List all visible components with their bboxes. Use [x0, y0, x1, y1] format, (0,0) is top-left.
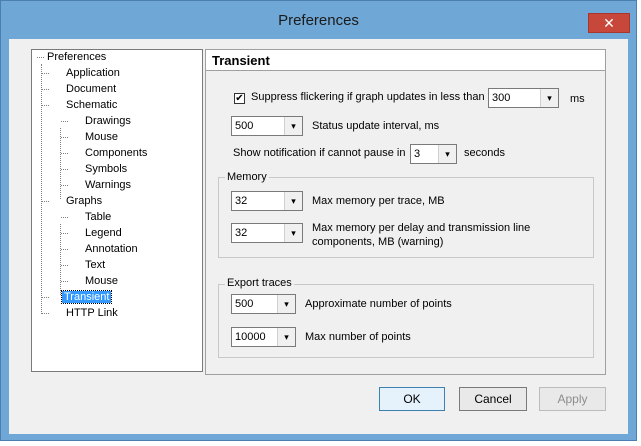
tree-item-text[interactable]: Text — [83, 258, 107, 273]
memory-per-trace-label: Max memory per trace, MB — [312, 195, 445, 207]
tree-item-symbols[interactable]: Symbols — [83, 162, 129, 177]
panel-header: Transient — [206, 50, 605, 71]
suppress-flickering-label: Suppress flickering if graph updates in … — [251, 91, 485, 103]
check-icon: ✔ — [235, 93, 244, 104]
memory-per-trace-value: 32 — [235, 195, 248, 207]
approx-points-combo[interactable]: 500 ▾ — [231, 294, 296, 314]
status-interval-combo[interactable]: 500 ▾ — [231, 116, 303, 136]
panel-title: Transient — [212, 53, 270, 68]
tree-item-annotation[interactable]: Annotation — [83, 242, 140, 257]
notification-seconds-value: 3 — [414, 148, 421, 160]
window-title: Preferences — [278, 12, 359, 29]
tree-item-preferences[interactable]: Preferences — [45, 50, 108, 65]
chevron-down-icon[interactable]: ▾ — [284, 117, 302, 135]
chevron-down-icon[interactable]: ▾ — [277, 328, 295, 346]
chevron-down-icon[interactable]: ▾ — [540, 89, 558, 107]
dialog-body: Preferences Application Document Schemat… — [9, 39, 628, 434]
memory-per-delay-label-2: components, MB (warning) — [312, 236, 444, 248]
preferences-tree[interactable]: Preferences Application Document Schemat… — [31, 49, 203, 372]
memory-group-title: Memory — [225, 171, 269, 183]
tree-item-application[interactable]: Application — [64, 66, 122, 81]
suppress-unit: ms — [570, 93, 585, 105]
chevron-down-icon[interactable]: ▾ — [438, 145, 456, 163]
suppress-threshold-combo[interactable]: 300 ▾ — [488, 88, 559, 108]
tree-item-http-link[interactable]: HTTP Link — [64, 306, 120, 321]
preferences-window: Preferences ✕ Preferences Application Do… — [0, 0, 637, 441]
ok-button[interactable]: OK — [379, 387, 445, 411]
notification-seconds-combo[interactable]: 3 ▾ — [410, 144, 457, 164]
tree-item-drawings[interactable]: Drawings — [83, 114, 133, 129]
status-interval-label: Status update interval, ms — [312, 120, 440, 132]
notification-label: Show notification if cannot pause in — [233, 147, 406, 159]
memory-per-delay-label-1: Max memory per delay and transmission li… — [312, 222, 531, 234]
notification-unit: seconds — [464, 147, 505, 159]
approx-points-value: 500 — [235, 298, 254, 310]
tree-item-schematic-mouse[interactable]: Mouse — [83, 130, 120, 145]
chevron-down-icon[interactable]: ▾ — [284, 192, 302, 210]
memory-per-delay-value: 32 — [235, 227, 248, 239]
approx-points-label: Approximate number of points — [305, 298, 452, 310]
apply-button[interactable]: Apply — [539, 387, 606, 411]
tree-item-graphs[interactable]: Graphs — [64, 194, 104, 209]
tree-item-table[interactable]: Table — [83, 210, 113, 225]
memory-per-delay-combo[interactable]: 32 ▾ — [231, 223, 303, 243]
title-bar: Preferences ✕ — [1, 1, 636, 39]
tree-item-transient[interactable]: Transient — [60, 290, 113, 305]
tree-item-components[interactable]: Components — [83, 146, 149, 161]
tree-item-schematic[interactable]: Schematic — [64, 98, 119, 113]
close-icon: ✕ — [603, 15, 615, 31]
export-traces-group-title: Export traces — [225, 277, 294, 289]
tree-item-warnings[interactable]: Warnings — [83, 178, 133, 193]
max-points-label: Max number of points — [305, 331, 411, 343]
tree-item-graphs-mouse[interactable]: Mouse — [83, 274, 120, 289]
tree-item-document[interactable]: Document — [64, 82, 118, 97]
cancel-button[interactable]: Cancel — [459, 387, 527, 411]
tree-item-legend[interactable]: Legend — [83, 226, 124, 241]
suppress-flickering-checkbox[interactable]: ✔ — [234, 93, 245, 104]
close-button[interactable]: ✕ — [588, 13, 630, 33]
chevron-down-icon[interactable]: ▾ — [277, 295, 295, 313]
status-interval-value: 500 — [235, 120, 254, 132]
transient-panel: Transient ✔ Suppress flickering if graph… — [205, 49, 606, 375]
suppress-threshold-value: 300 — [492, 92, 511, 104]
max-points-value: 10000 — [235, 331, 266, 343]
memory-per-trace-combo[interactable]: 32 ▾ — [231, 191, 303, 211]
max-points-combo[interactable]: 10000 ▾ — [231, 327, 296, 347]
chevron-down-icon[interactable]: ▾ — [284, 224, 302, 242]
